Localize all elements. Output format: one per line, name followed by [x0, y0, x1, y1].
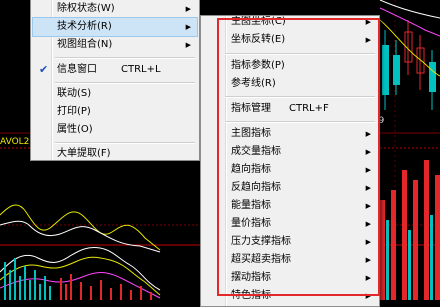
submenu-arrow-icon: ▶: [365, 148, 371, 156]
menu-item-shortcut: CTRL+L: [121, 64, 161, 75]
menu-item-ex-rights-state[interactable]: 除权状态(W) ▶: [33, 0, 197, 18]
menu-item-label: 信息窗口: [57, 64, 97, 75]
menu-separator: [225, 121, 375, 123]
submenu-arrow-icon: ▶: [365, 166, 371, 174]
submenu-item-oscillator-indicator[interactable]: 摆动指标 ▶: [203, 269, 377, 287]
submenu-arrow-icon: ▶: [365, 36, 371, 44]
submenu-arrow-icon: ▶: [365, 256, 371, 264]
menu-item-label: 除权状态(W): [57, 3, 115, 14]
menu-item-label: 指标参数(P): [231, 60, 285, 71]
submenu-item-volume-indicator[interactable]: 成交量指标 ▶: [203, 143, 377, 161]
menu-item-label: 技术分析(R): [57, 21, 112, 32]
menu-item-label: 参考线(R): [231, 78, 276, 89]
menu-item-label: 摆动指标: [231, 272, 271, 283]
submenu-item-overbought-oversold-indicator[interactable]: 超买超卖指标 ▶: [203, 251, 377, 269]
menu-item-label: 大单提取(F): [57, 148, 111, 159]
menu-item-view-combination[interactable]: 视图组合(N) ▶: [33, 36, 197, 54]
menu-separator: [55, 57, 195, 59]
menu-item-label: 主图指标: [231, 128, 271, 139]
menu-item-label: 量价指标: [231, 218, 271, 229]
menu-item-big-order-extract[interactable]: 大单提取(F): [33, 145, 197, 163]
context-menu: 除权状态(W) ▶ 技术分析(R) ▶ 视图组合(N) ▶ ✔ 信息窗口 CTR…: [30, 0, 200, 161]
submenu-item-coords-invert[interactable]: 坐标反转(E) ▶: [203, 31, 377, 49]
indicator-label: AVOL2: [0, 137, 30, 147]
menu-separator: [55, 82, 195, 84]
submenu-item-main-indicator[interactable]: 主图指标 ▶: [203, 125, 377, 143]
menu-item-label: 视图组合(N): [57, 39, 113, 50]
submenu-arrow-icon: ▶: [185, 5, 191, 13]
submenu-arrow-icon: ▶: [185, 41, 191, 49]
submenu-item-energy-indicator[interactable]: 能量指标 ▶: [203, 197, 377, 215]
menu-item-label: 属性(O): [57, 124, 93, 135]
checkmark-icon: ✔: [39, 63, 49, 76]
menu-separator: [55, 142, 195, 144]
menu-item-label: 反趋向指标: [231, 182, 281, 193]
submenu-item-support-resistance-indicator[interactable]: 压力支撑指标 ▶: [203, 233, 377, 251]
submenu-arrow-icon: ▶: [365, 202, 371, 210]
submenu-item-special-indicator[interactable]: 特色指标 ▶: [203, 287, 377, 305]
menu-item-label: 坐标反转(E): [231, 34, 286, 45]
menu-item-label: 特色指标: [231, 290, 271, 301]
submenu-arrow-icon: ▶: [365, 184, 371, 192]
submenu-item-volume-price-indicator[interactable]: 量价指标 ▶: [203, 215, 377, 233]
menu-item-shortcut: CTRL+F: [289, 103, 329, 114]
menu-item-label: 成交量指标: [231, 146, 281, 157]
submenu-item-counter-trend-indicator[interactable]: 反趋向指标 ▶: [203, 179, 377, 197]
menu-item-label: 超买超卖指标: [231, 254, 291, 265]
submenu-arrow-icon: ▶: [365, 238, 371, 246]
menu-item-label: 联动(S): [57, 88, 92, 99]
menu-item-linkage[interactable]: 联动(S): [33, 85, 197, 103]
submenu-item-indicator-manager[interactable]: 指标管理 CTRL+F: [203, 100, 377, 118]
submenu-arrow-icon: ▶: [365, 292, 371, 300]
submenu-arrow-icon: ▶: [365, 18, 371, 26]
menu-item-properties[interactable]: 属性(O): [33, 121, 197, 139]
submenu-arrow-icon: ▶: [365, 130, 371, 138]
submenu-arrow-icon: ▶: [365, 274, 371, 282]
menu-item-label: 趋向指标: [231, 164, 271, 175]
menu-separator: [225, 53, 375, 55]
menu-separator: [225, 96, 375, 98]
submenu-item-indicator-params[interactable]: 指标参数(P): [203, 57, 377, 75]
submenu-arrow-icon: ▶: [185, 23, 191, 31]
submenu-arrow-icon: ▶: [365, 220, 371, 228]
menu-item-technical-analysis[interactable]: 技术分析(R) ▶: [32, 17, 198, 37]
submenu-item-reference-line[interactable]: 参考线(R): [203, 75, 377, 93]
submenu-item-trend-indicator[interactable]: 趋向指标 ▶: [203, 161, 377, 179]
menu-item-label: 指标管理: [231, 103, 271, 114]
menu-item-label: 压力支撑指标: [231, 236, 291, 247]
technical-analysis-submenu: 主图坐标(C) ▶ 坐标反转(E) ▶ 指标参数(P) 参考线(R) 指标管理 …: [200, 15, 380, 307]
submenu-item-main-chart-coords[interactable]: 主图坐标(C) ▶: [203, 16, 377, 31]
menu-item-label: 能量指标: [231, 200, 271, 211]
menu-item-info-window[interactable]: ✔ 信息窗口 CTRL+L: [33, 61, 197, 79]
menu-item-label: 主图坐标(C): [231, 16, 286, 27]
menu-item-print[interactable]: 打印(P): [33, 103, 197, 121]
menu-item-label: 打印(P): [57, 106, 91, 117]
